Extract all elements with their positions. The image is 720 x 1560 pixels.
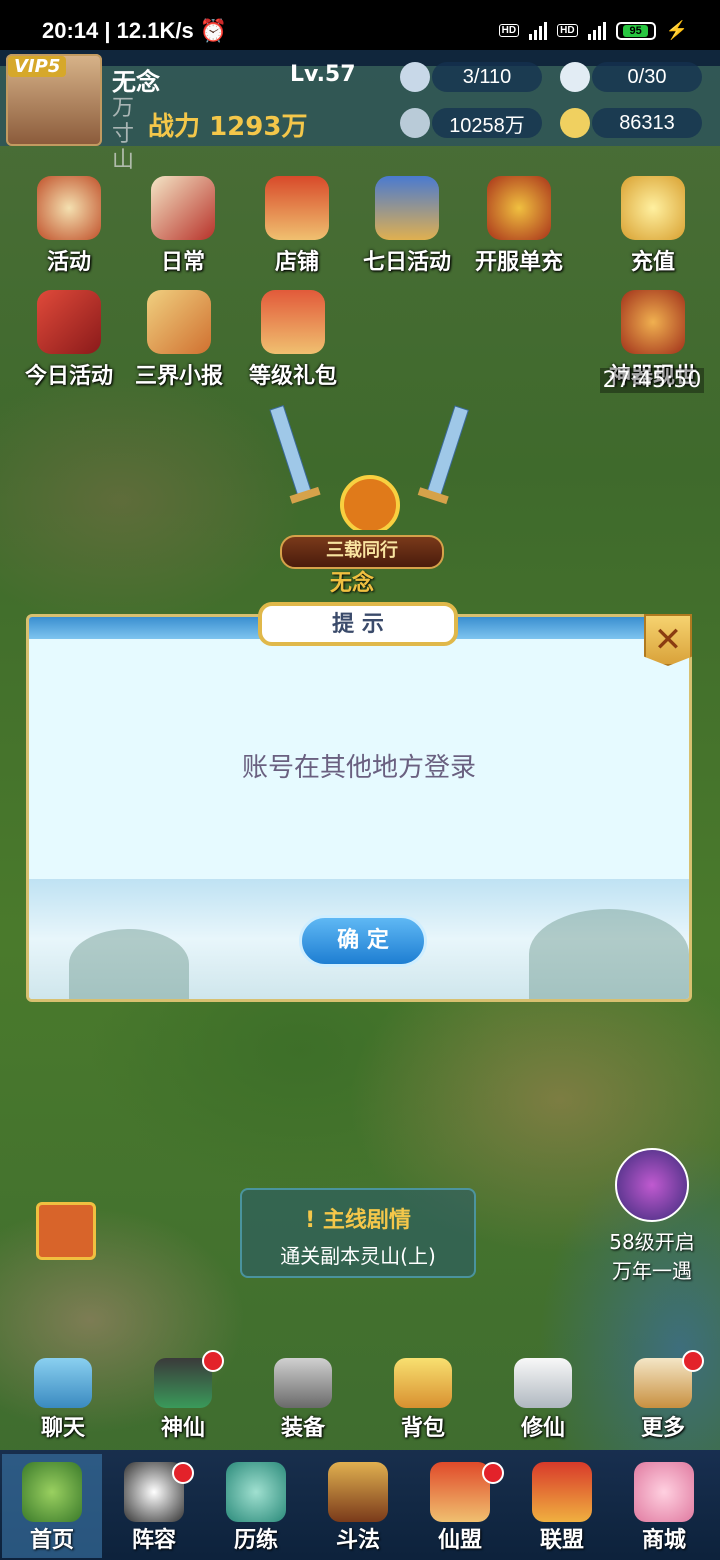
player-name: 无念 <box>112 68 160 96</box>
bag-icon <box>394 1358 452 1408</box>
status-icons: HD HD 95 ⚡ <box>498 20 688 41</box>
scroll-icon <box>151 176 215 240</box>
recharge-button[interactable]: 充值 <box>598 176 708 276</box>
notification-dot <box>482 1462 504 1484</box>
dialog-title: 提 示 <box>258 602 458 646</box>
map-player-name: 无念 <box>330 571 375 596</box>
crossed-swords-icon <box>269 405 469 530</box>
armor-icon <box>274 1358 332 1408</box>
confirm-button[interactable]: 确 定 <box>299 915 427 967</box>
bag-button[interactable]: 背包 <box>378 1358 468 1442</box>
seven-day-button[interactable]: 七日活动 <box>352 176 462 276</box>
level-event-button[interactable]: 58级开启 万年一遇 <box>596 1148 708 1284</box>
main-quest-panel[interactable]: ! 主线剧情 通关副本灵山(上) <box>240 1188 476 1278</box>
sword-icon <box>328 1462 388 1522</box>
level-event-line2: 万年一遇 <box>612 1259 692 1283</box>
notification-dot <box>682 1350 704 1372</box>
nav-alliance[interactable]: 联盟 <box>512 1454 612 1558</box>
ingot-value: 86313 <box>592 108 702 138</box>
fox-girl-icon <box>634 1462 694 1522</box>
vip-badge: VIP5 <box>8 56 67 77</box>
nav-training[interactable]: 历练 <box>206 1454 306 1558</box>
cultivate-button[interactable]: 修仙 <box>498 1358 588 1442</box>
location-label: 万寸山 <box>112 96 135 173</box>
notification-dot <box>172 1462 194 1484</box>
close-button[interactable]: ✕ <box>644 614 692 666</box>
event-timer: 27:45:50 <box>600 368 704 393</box>
quest-description: 通关副本灵山(上) <box>280 1244 436 1268</box>
gift-icon <box>261 290 325 354</box>
player-level: Lv.57 <box>290 62 356 87</box>
chat-icon <box>34 1358 92 1408</box>
alliance-banner-icon <box>532 1462 592 1522</box>
energy-icon <box>560 62 590 92</box>
status-time: 20:14 | 12.1K/s ⏰ <box>42 18 228 43</box>
stamina-value: 3/110 <box>432 62 542 92</box>
charging-icon: ⚡ <box>665 20 688 40</box>
first-recharge-button[interactable]: 开服单充 <box>464 176 574 276</box>
nav-home[interactable]: 首页 <box>2 1454 102 1558</box>
gold-value: 10258万 <box>432 108 542 138</box>
calendar-icon <box>375 176 439 240</box>
gourd-icon <box>226 1462 286 1522</box>
quest-title: ! 主线剧情 <box>305 1208 411 1233</box>
news-button[interactable]: 三界小报 <box>124 290 234 390</box>
dialog-message: 账号在其他地方登录 <box>241 753 476 783</box>
mountain-decoration <box>529 909 689 999</box>
chat-button[interactable]: 聊天 <box>18 1358 108 1442</box>
player-power: 战力 1293万 <box>148 112 308 142</box>
dragon-icon <box>621 290 685 354</box>
money-bag-icon <box>621 176 685 240</box>
signal-icon <box>587 21 606 40</box>
battery-icon: 95 <box>615 21 656 40</box>
stamina-icon <box>400 62 430 92</box>
hd-icon: HD <box>498 24 520 37</box>
treasure-icon <box>487 176 551 240</box>
level-gift-button[interactable]: 等级礼包 <box>238 290 348 390</box>
crane-icon <box>514 1358 572 1408</box>
equipment-button[interactable]: 装备 <box>258 1358 348 1442</box>
close-icon: ✕ <box>653 620 683 660</box>
player-title-banner: 三载同行 <box>280 535 444 569</box>
ingot-icon <box>560 108 590 138</box>
temple-icon <box>430 1462 490 1522</box>
flag-icon <box>37 290 101 354</box>
horn-icon <box>147 290 211 354</box>
event-portrait-icon <box>615 1148 689 1222</box>
mountain-decoration <box>69 929 189 999</box>
gift-box-icon[interactable] <box>36 1202 96 1260</box>
energy-value: 0/30 <box>592 62 702 92</box>
gold-icon <box>400 108 430 138</box>
signal-icon <box>529 21 548 40</box>
shop-icon <box>265 176 329 240</box>
shop-button[interactable]: 店铺 <box>242 176 352 276</box>
alert-dialog: 账号在其他地方登录 确 定 <box>26 614 692 1002</box>
nav-mall[interactable]: 商城 <box>614 1454 714 1558</box>
island-icon <box>22 1462 82 1522</box>
notification-dot <box>202 1350 224 1372</box>
hd-icon: HD <box>557 24 578 37</box>
daily-button[interactable]: 日常 <box>128 176 238 276</box>
activity-button[interactable]: 活动 <box>14 176 124 276</box>
nav-battle[interactable]: 斗法 <box>308 1454 408 1558</box>
level-event-line1: 58级开启 <box>609 1230 695 1254</box>
drum-icon <box>37 176 101 240</box>
today-activity-button[interactable]: 今日活动 <box>14 290 124 390</box>
